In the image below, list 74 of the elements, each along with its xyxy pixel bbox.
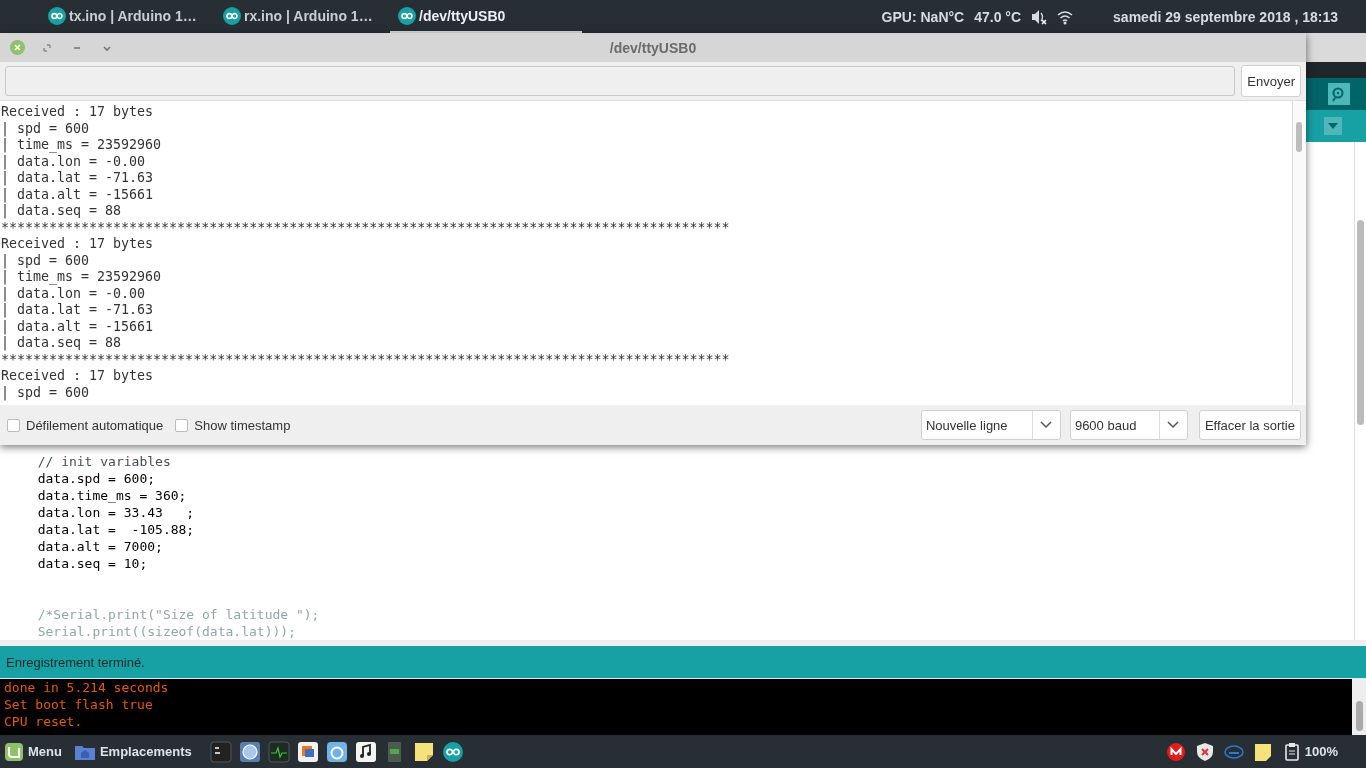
output-line: | spd = 600 — [1, 384, 91, 401]
clear-output-button[interactable]: Effacer la sortie — [1198, 410, 1301, 440]
output-line: | data.alt = -15661 — [1, 318, 155, 335]
console-line: done in 5.214 seconds — [4, 679, 170, 696]
code-line: Serial.print((sizeof(data.lat))); — [36, 623, 297, 640]
infinity-icon[interactable] — [441, 740, 464, 763]
places-button[interactable]: Emplacements — [73, 742, 192, 761]
code-line: // init variables — [36, 453, 172, 470]
code-line: data.seq = 10; — [36, 555, 149, 572]
infinity-icon — [223, 6, 241, 25]
triangle-down-icon — [1328, 123, 1338, 129]
battery-level: 100% — [1304, 744, 1338, 759]
output-line: | time_ms = 23592960 — [1, 269, 163, 286]
window-icon[interactable] — [296, 740, 319, 763]
sticky-note-icon[interactable] — [412, 740, 435, 763]
window-title: /dev/ttyUSB0 — [609, 39, 697, 56]
wifi-icon[interactable] — [1057, 8, 1074, 25]
output-line: | time_ms = 23592960 — [1, 137, 163, 154]
output-line: | spd = 600 — [1, 252, 91, 269]
checkbox-label[interactable]: Show timestamp — [194, 417, 291, 433]
console-line: CPU reset. — [4, 713, 84, 730]
dropdown[interactable]: Nouvelle ligne — [920, 410, 1061, 440]
console-line: Set boot flash true — [4, 696, 154, 713]
checkbox-label[interactable]: Défilement automatique — [26, 417, 164, 433]
code-line: /*Serial.print("Size of latitude "); — [36, 606, 321, 623]
clock[interactable]: samedi 29 septembre 2018 , 18:13 — [1113, 8, 1338, 25]
terminal-icon[interactable] — [209, 740, 232, 763]
status-message: Enregistrement terminé. — [0, 646, 1366, 679]
infinity-icon — [48, 6, 66, 25]
output-line: Received : 17 bytes — [1, 236, 155, 253]
output-line: ******************************************************************************************* — [1, 219, 731, 236]
output-line: | data.lat = -71.63 — [1, 170, 155, 187]
output-line: | data.seq = 88 — [1, 203, 123, 220]
code-line: data.time_ms = 360; — [36, 487, 188, 504]
gpu-temperature: GPU: NaN°C — [881, 8, 965, 25]
code-line: data.lat = -105.88; — [36, 521, 196, 538]
music-note-icon[interactable] — [354, 740, 377, 763]
message-input-field[interactable] — [5, 66, 1236, 96]
window-tab[interactable]: tx.ino | Arduino 1… — [40, 0, 215, 33]
shield-icon[interactable] — [1194, 741, 1215, 762]
chevron-down-icon — [1040, 421, 1053, 429]
window-tab[interactable]: rx.ino | Arduino 1… — [215, 0, 390, 33]
chevron-down-icon — [1167, 421, 1180, 429]
menu-button[interactable]: Menu — [4, 741, 62, 762]
leaf-logo-icon — [4, 741, 24, 762]
output-line: | data.lat = -71.63 — [1, 302, 155, 319]
checkbox[interactable] — [7, 418, 20, 432]
output-line: | data.lon = -0.00 — [1, 153, 147, 170]
send-button[interactable]: Envoyer — [1241, 65, 1301, 97]
scrollbar-thumb[interactable] — [1357, 220, 1364, 425]
serial-monitor-button[interactable] — [1328, 83, 1350, 105]
output-line: | spd = 600 — [1, 120, 91, 137]
cpu-temperature: 47.0 °C — [974, 8, 1022, 25]
output-line: Received : 17 bytes — [1, 368, 155, 385]
code-line: data.alt = 7000; — [36, 538, 164, 555]
infinity-icon — [398, 6, 416, 25]
code-line: data.spd = 600; — [36, 470, 157, 487]
tab-menu-button[interactable] — [1324, 117, 1342, 135]
pulse-icon[interactable] — [267, 740, 290, 763]
output-line: | data.seq = 88 — [1, 335, 123, 352]
output-line: ******************************************************************************************* — [1, 351, 731, 368]
scrollbar-thumb[interactable] — [1296, 122, 1302, 152]
dropdown[interactable]: 9600 baud — [1069, 410, 1188, 440]
output-line: Received : 17 bytes — [1, 104, 155, 121]
code-line: data.lon = 33.43 ; — [36, 504, 196, 521]
output-line: | data.lon = -0.00 — [1, 285, 147, 302]
m-logo-icon[interactable] — [1165, 741, 1186, 762]
browser-icon[interactable] — [325, 740, 348, 763]
scrollbar-thumb[interactable] — [1356, 701, 1363, 731]
checkbox[interactable] — [175, 418, 189, 432]
speaker-icon[interactable] — [1031, 8, 1048, 25]
globe-icon[interactable] — [238, 740, 261, 763]
output-line: | data.alt = -15661 — [1, 186, 155, 203]
sticky-note-icon[interactable] — [1252, 741, 1273, 762]
